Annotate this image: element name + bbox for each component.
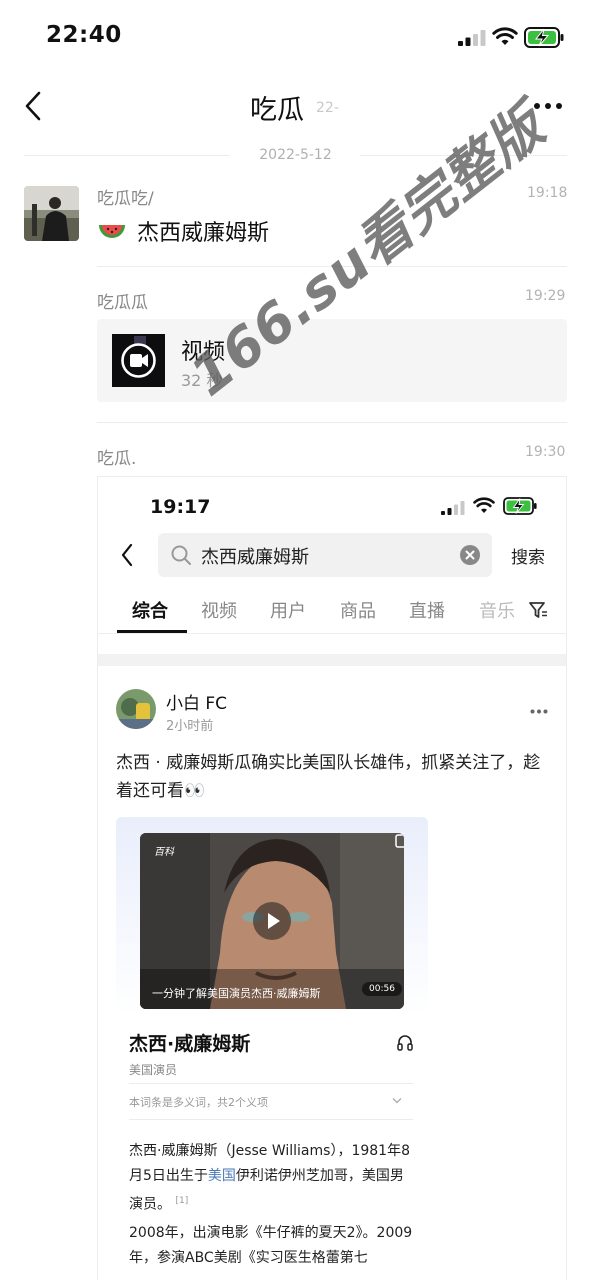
tab-users: 用户 — [270, 601, 306, 622]
battery-charging-icon — [524, 27, 564, 48]
message-sender-2: 吃瓜瓜 — [97, 293, 148, 313]
tab-video: 视频 — [201, 601, 237, 622]
post-avatar-image — [116, 689, 156, 729]
screenshot-tab-bar: 综合 视频 用户 商品 直播 音乐 — [98, 591, 566, 635]
more-options-icon — [530, 709, 548, 714]
filter-icon — [529, 602, 547, 618]
desc-link: 牛仔裤的夏天2 — [262, 1225, 356, 1241]
tab-comprehensive: 综合 — [132, 601, 168, 622]
message-time-1: 19:18 — [527, 185, 568, 201]
video-thumbnail — [112, 334, 165, 387]
status-bar: 22:40 — [0, 0, 591, 76]
cellular-signal-icon — [441, 501, 465, 515]
baike-description-2: 2008年，出演电影《牛仔裤的夏天2》。2009年，参演ABC美剧《实习医生格蕾… — [129, 1221, 415, 1271]
message-separator — [97, 422, 567, 423]
polysemy-note: 本词条是多义词，共2个义项 — [129, 1096, 268, 1109]
video-play-icon — [112, 334, 165, 387]
search-icon — [171, 545, 191, 565]
back-chevron-icon[interactable] — [22, 90, 44, 122]
desc-text: 美剧《 — [213, 1250, 256, 1266]
screenshot-search-box: 杰西威廉姆斯 — [158, 533, 492, 577]
post-text: 杰西 · 威廉姆斯瓜确实比美国队长雄伟，抓紧关注了，趁着还可看👀 — [116, 753, 541, 801]
play-icon — [253, 902, 291, 940]
post-user-avatar — [116, 689, 156, 729]
screenshot-status-time: 19:17 — [150, 496, 211, 518]
sender-avatar[interactable] — [24, 186, 79, 241]
tab-divider — [98, 633, 566, 634]
video-message-card[interactable]: 视频 32 秒 — [97, 319, 567, 402]
tab-live: 直播 — [409, 601, 445, 622]
post-timestamp: 2小时前 — [166, 719, 214, 734]
message-time-3: 19:30 — [525, 444, 566, 460]
reference-marker: [1] — [175, 1196, 189, 1206]
desc-link: 实习医生格蕾第七 — [255, 1250, 368, 1266]
battery-charging-icon — [503, 497, 537, 515]
message-text-1[interactable]: 杰西威廉姆斯 — [97, 215, 269, 247]
cellular-signal-icon — [458, 30, 486, 46]
headphones-icon — [397, 1035, 413, 1051]
baike-video: 百科 一分钟了解美国演员杰西·威廉姆斯 00:56 — [140, 833, 404, 1009]
message-time-2: 19:29 — [525, 288, 566, 304]
video-caption: 一分钟了解美国演员杰西·威廉姆斯 — [152, 987, 321, 1000]
wifi-icon — [473, 497, 495, 513]
section-gap — [98, 654, 566, 666]
watermelon-icon — [99, 225, 125, 238]
message-text-1-content: 杰西威廉姆斯 — [137, 221, 270, 246]
clear-icon — [460, 545, 480, 565]
page-title: 吃瓜 — [250, 95, 304, 126]
tab-music: 音乐 — [479, 601, 515, 622]
image-message-screenshot[interactable]: 19:17 杰西威廉姆斯 搜索 综合 视频 用户 商品 直播 音乐 小白 FC … — [97, 476, 567, 1280]
video-duration-badge: 00:56 — [362, 982, 402, 996]
baike-category: 美国演员 — [129, 1063, 178, 1077]
more-options-icon[interactable] — [533, 102, 563, 110]
desc-link: ABC — [185, 1250, 214, 1266]
avatar-photo — [24, 186, 79, 241]
desc-text: 2008年，出演电影《 — [129, 1225, 263, 1241]
baike-description: 杰西·威廉姆斯（Jesse Williams），1981年8月5日出生于美国伊利… — [129, 1139, 415, 1218]
baike-entry-name: 杰西·威廉姆斯 — [129, 1033, 251, 1055]
chevron-down-icon — [392, 1098, 402, 1104]
search-button: 搜索 — [511, 548, 545, 568]
status-time: 22:40 — [46, 22, 122, 48]
page-title-suffix: 22- — [316, 100, 339, 116]
baike-card: 百科 一分钟了解美国演员杰西·威廉姆斯 00:56 杰西·威廉姆斯 美国演员 本… — [116, 817, 428, 1280]
desc-link: 美国 — [207, 1168, 236, 1184]
message-sender-1: 吃瓜吃/ — [97, 189, 154, 209]
search-query: 杰西威廉姆斯 — [201, 547, 309, 568]
wifi-icon — [492, 27, 518, 45]
message-sender-3: 吃瓜. — [97, 449, 137, 469]
baike-logo: 百科 — [154, 847, 174, 858]
divider — [129, 1083, 413, 1084]
back-chevron-icon — [121, 543, 133, 567]
post-username: 小白 FC — [166, 694, 228, 714]
divider — [129, 1119, 413, 1120]
tab-products: 商品 — [340, 601, 376, 622]
